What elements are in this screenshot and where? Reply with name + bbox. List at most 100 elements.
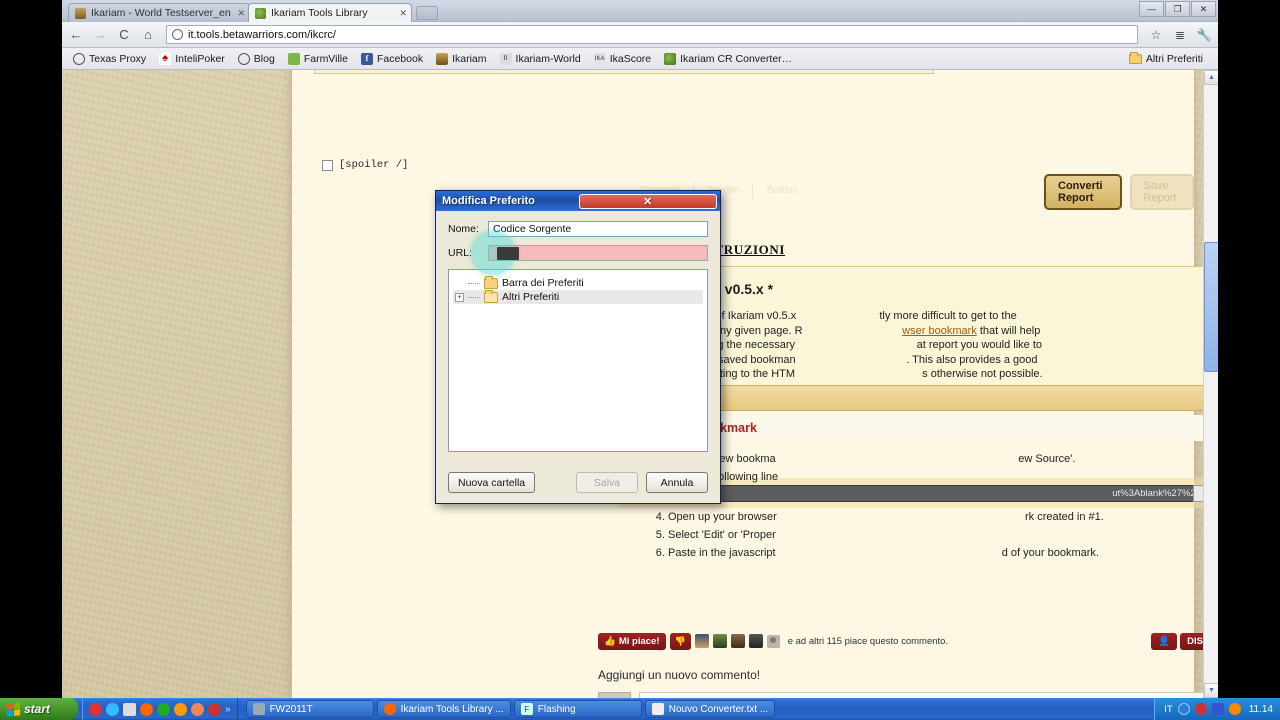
browser-tab-tools-library[interactable]: Ikariam Tools Library ✕ <box>248 3 412 22</box>
page-title-istruzioni: ISTRUZIONI <box>700 242 786 257</box>
report-textarea-bottom[interactable] <box>314 70 934 74</box>
tree-node-barra-dei-preferiti[interactable]: Barra dei Preferiti <box>453 275 703 290</box>
folder-tree[interactable]: Barra dei Preferiti + Altri Preferiti <box>448 269 708 452</box>
taskbar-item-fw2011t[interactable]: FW2011T <box>245 700 374 718</box>
taskbar-item-ikariam-tools[interactable]: Ikariam Tools Library ... <box>376 700 511 718</box>
tree-node-altri-preferiti[interactable]: + Altri Preferiti <box>453 289 703 304</box>
cancel-button[interactable]: Annula <box>646 472 708 493</box>
chrome-icon <box>383 703 396 715</box>
converti-report-button[interactable]: Converti Report <box>1044 174 1122 210</box>
chevrons-icon[interactable]: » <box>225 704 231 715</box>
address-bar[interactable]: it.tools.betawarriors.com/ikcrc/ <box>166 25 1138 44</box>
minimize-button[interactable]: — <box>1139 1 1164 17</box>
taskbar-item-nouvo-converter[interactable]: Nouvo Converter.txt ... <box>644 700 776 718</box>
spoiler-checkbox[interactable] <box>322 159 333 171</box>
name-input[interactable]: Codice Sorgente <box>488 221 708 237</box>
shield-icon[interactable] <box>1194 703 1207 715</box>
url-field-row: URL: <box>448 231 708 275</box>
bookmark-label: FarmVille <box>303 52 348 65</box>
ie-icon[interactable] <box>106 702 119 716</box>
quick-launch-bar: » <box>82 698 238 720</box>
bookmark-ikariam-cr-converter[interactable]: Ikariam CR Converter… <box>659 52 797 66</box>
bookmark-label: Ikariam-World <box>515 52 581 65</box>
page-content-column: [spoiler /] Generale Perdite Bottino Con… <box>291 70 1218 698</box>
panel-line1-right: tly more difficult to get to the <box>879 310 1017 322</box>
scroll-up-icon[interactable]: ▲ <box>1204 70 1218 85</box>
start-button[interactable]: start <box>0 698 78 720</box>
app-icon <box>252 703 265 715</box>
forward-icon[interactable]: → <box>90 25 110 45</box>
list-item: Create a new bookma xxxxxxxxxxxxxxxxxxxx… <box>668 450 1218 468</box>
expand-icon[interactable]: + <box>455 292 464 302</box>
monitor-icon[interactable] <box>1211 703 1224 715</box>
language-indicator[interactable]: IT <box>1164 704 1172 715</box>
bookmark-folder-altri-preferiti[interactable]: Altri Preferiti <box>1124 51 1208 66</box>
step-text-right: rk created in #1. <box>1024 511 1104 523</box>
spoiler-option-row: [spoiler /] <box>322 159 408 171</box>
new-tab-button[interactable] <box>416 6 438 20</box>
page-menu-icon[interactable]: ≣ <box>1170 25 1190 45</box>
tree-connector <box>468 282 480 284</box>
save-report-button: Save Report <box>1129 174 1194 210</box>
thumbs-down-icon[interactable]: 👎 <box>669 632 691 650</box>
home-icon[interactable]: ⌂ <box>138 25 158 45</box>
step-text-left: Paste in the javascript <box>668 547 776 559</box>
avatar <box>730 634 745 648</box>
bookmark-intelipoker[interactable]: ♠ InteliPoker <box>154 52 230 66</box>
browser-bookmark-link[interactable]: wser bookmark <box>902 325 977 337</box>
person-icon <box>766 634 780 648</box>
farm-icon <box>287 52 300 65</box>
list-item: Select 'Edit' or 'Proper <box>668 526 1218 544</box>
close-icon[interactable]: ✕ <box>578 193 717 209</box>
notepad-icon[interactable] <box>123 702 136 716</box>
panel-line3-right: at report you would like to <box>916 339 1043 352</box>
tab-bottino[interactable]: Bottino <box>755 182 810 199</box>
reload-icon[interactable]: C <box>114 25 134 45</box>
bookmark-label: IkaScore <box>609 52 652 65</box>
bookmark-facebook[interactable]: f Facebook <box>356 52 428 66</box>
back-icon[interactable] <box>1177 703 1190 715</box>
list-item: Copy the following line <box>668 468 1218 486</box>
windows-logo-icon <box>7 701 20 717</box>
url-input[interactable] <box>471 231 708 275</box>
back-icon[interactable]: ← <box>66 25 86 45</box>
bookmark-ikascore[interactable]: IKA IkaScore <box>589 52 656 66</box>
globe-icon <box>237 52 250 65</box>
bookmark-texas-proxy[interactable]: Texas Proxy <box>68 52 151 66</box>
bookmark-star-icon[interactable]: ☆ <box>1146 25 1166 45</box>
like-button[interactable]: 👍 Mi piace! <box>598 632 666 650</box>
tab-title: Ikariam Tools Library <box>271 7 368 19</box>
taskbar-item-label: Flashing <box>537 703 576 715</box>
flash-icon: F <box>520 703 533 715</box>
firefox-icon[interactable] <box>174 702 187 716</box>
person-icon[interactable]: 👤 <box>1151 632 1178 650</box>
msn-icon[interactable] <box>157 702 170 716</box>
tree-node-label: Altri Preferiti <box>502 291 560 303</box>
bookmark-farmville[interactable]: FarmVille <box>283 52 353 66</box>
close-window-button[interactable]: ✕ <box>1191 1 1216 17</box>
bookmark-ikariam[interactable]: Ikariam <box>431 52 491 66</box>
close-icon[interactable]: ✕ <box>237 8 245 19</box>
app-icon[interactable] <box>208 702 221 716</box>
scrollbar-thumb[interactable] <box>1204 242 1218 372</box>
taskbar-item-flashing[interactable]: F Flashing <box>513 700 642 718</box>
address-bar-url: it.tools.betawarriors.com/ikcrc/ <box>188 28 336 41</box>
new-folder-button[interactable]: Nuova cartella <box>448 472 536 493</box>
panel-line4-right: . This also provides a good <box>906 353 1038 366</box>
maximize-button[interactable]: ❐ <box>1165 1 1190 17</box>
opera-icon[interactable] <box>89 702 102 716</box>
settings-wrench-icon[interactable]: 🔧 <box>1194 25 1214 45</box>
chrome-icon[interactable] <box>140 702 153 716</box>
start-label: start <box>24 702 51 716</box>
flame-icon[interactable] <box>191 702 204 716</box>
bookmark-ikariam-world[interactable]: II Ikariam-World <box>495 52 586 66</box>
tab-strip: Ikariam - World Testserver_en ✕ Ikariam … <box>62 0 1218 22</box>
ikariam-world-icon: II <box>499 52 512 65</box>
vertical-scrollbar[interactable]: ▲ ▼ <box>1203 70 1218 698</box>
dialog-title: Modifica Preferito <box>442 195 535 207</box>
flame-icon[interactable] <box>1228 703 1241 715</box>
close-icon[interactable]: ✕ <box>399 8 407 19</box>
browser-tab-ikariam-world[interactable]: Ikariam - World Testserver_en ✕ <box>68 3 250 22</box>
bookmark-blog[interactable]: Blog <box>233 52 280 66</box>
scroll-down-icon[interactable]: ▼ <box>1204 683 1218 698</box>
